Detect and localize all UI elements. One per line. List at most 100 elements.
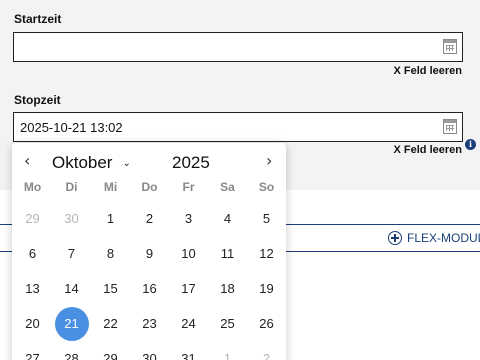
calendar-day[interactable]: 27 bbox=[13, 341, 52, 360]
calendar-day[interactable]: 19 bbox=[247, 271, 286, 306]
day-number: 9 bbox=[145, 246, 154, 261]
chevron-down-icon: ⌄ bbox=[122, 157, 131, 169]
day-number: 6 bbox=[28, 246, 37, 261]
day-number: 10 bbox=[181, 246, 196, 261]
day-number: 14 bbox=[64, 281, 79, 296]
calendar-icon[interactable] bbox=[443, 119, 457, 134]
month-label: Oktober bbox=[52, 153, 113, 172]
day-number: 19 bbox=[259, 281, 274, 296]
calendar-day[interactable]: 31 bbox=[169, 341, 208, 360]
calendar-day[interactable]: 17 bbox=[169, 271, 208, 306]
calendar-day[interactable]: 28 bbox=[52, 341, 91, 360]
weekday-label: Mi bbox=[103, 180, 118, 194]
day-number: 26 bbox=[259, 316, 274, 331]
day-number: 16 bbox=[142, 281, 157, 296]
calendar-day[interactable]: 15 bbox=[91, 271, 130, 306]
day-number: 30 bbox=[142, 351, 157, 360]
day-number: 5 bbox=[262, 211, 271, 226]
weekday-label: Di bbox=[65, 180, 78, 194]
calendar-day[interactable]: 8 bbox=[91, 236, 130, 271]
plus-circle-icon bbox=[388, 231, 402, 245]
year-input[interactable]: 2025 bbox=[172, 153, 210, 173]
calendar-week: 29 30 1 2 3 4 5 bbox=[13, 201, 286, 236]
start-time-input[interactable] bbox=[13, 32, 463, 62]
day-number: 12 bbox=[259, 246, 274, 261]
day-number: 1 bbox=[223, 351, 232, 360]
stop-clear-link[interactable]: X Feld leeren bbox=[394, 144, 462, 156]
calendar-day[interactable]: 12 bbox=[247, 236, 286, 271]
calendar-icon[interactable] bbox=[443, 39, 457, 54]
datepicker: ‹ Oktober ⌄ 2025 › Mo Di Mi Do Fr Sa So … bbox=[12, 143, 286, 360]
calendar-day[interactable]: 3 bbox=[169, 201, 208, 236]
calendar-day[interactable]: 30 bbox=[52, 201, 91, 236]
calendar-day[interactable]: 24 bbox=[169, 306, 208, 341]
weekday-label: Mo bbox=[23, 180, 42, 194]
weekday-label: Fr bbox=[182, 180, 195, 194]
day-number: 7 bbox=[67, 246, 76, 261]
day-number: 29 bbox=[25, 211, 40, 226]
day-number: 18 bbox=[220, 281, 235, 296]
day-number: 1 bbox=[106, 211, 115, 226]
add-flex-module-button[interactable]: FLEX-MODUL bbox=[388, 229, 480, 247]
calendar-day[interactable]: 10 bbox=[169, 236, 208, 271]
calendar-day[interactable]: 29 bbox=[91, 341, 130, 360]
calendar-day[interactable]: 22 bbox=[91, 306, 130, 341]
day-number: 21 bbox=[54, 306, 89, 341]
day-number: 3 bbox=[184, 211, 193, 226]
calendar-week: 13 14 15 16 17 18 19 bbox=[13, 271, 286, 306]
calendar-day[interactable]: 1 bbox=[91, 201, 130, 236]
day-number: 30 bbox=[64, 211, 79, 226]
weekday-label: Do bbox=[141, 180, 158, 194]
day-number: 31 bbox=[181, 351, 196, 360]
day-number: 2 bbox=[145, 211, 154, 226]
calendar-day[interactable]: 2 bbox=[247, 341, 286, 360]
day-number: 15 bbox=[103, 281, 118, 296]
next-month-icon[interactable]: › bbox=[266, 151, 272, 170]
calendar-day[interactable]: 18 bbox=[208, 271, 247, 306]
calendar-day-selected[interactable]: 21 bbox=[52, 306, 91, 341]
calendar-week: 20 21 22 23 24 25 26 bbox=[13, 306, 286, 341]
calendar-day[interactable]: 23 bbox=[130, 306, 169, 341]
start-clear-link[interactable]: X Feld leeren bbox=[394, 65, 462, 77]
day-number: 8 bbox=[106, 246, 115, 261]
calendar-day[interactable]: 20 bbox=[13, 306, 52, 341]
calendar-day[interactable]: 13 bbox=[13, 271, 52, 306]
calendar-day[interactable]: 16 bbox=[130, 271, 169, 306]
weekday-header: Mo Di Mi Do Fr Sa So bbox=[13, 180, 286, 194]
stop-time-input[interactable]: 2025-10-21 13:02 bbox=[13, 112, 463, 142]
start-time-label: Startzeit bbox=[14, 12, 62, 26]
stop-time-label: Stopzeit bbox=[14, 93, 61, 107]
day-number: 22 bbox=[103, 316, 118, 331]
month-select[interactable]: Oktober ⌄ bbox=[52, 153, 131, 173]
day-number: 20 bbox=[25, 316, 40, 331]
weekday-label: Sa bbox=[220, 180, 235, 194]
calendar-day[interactable]: 7 bbox=[52, 236, 91, 271]
info-icon[interactable]: i bbox=[465, 139, 476, 150]
weekday-label: So bbox=[258, 180, 275, 194]
calendar-day[interactable]: 26 bbox=[247, 306, 286, 341]
calendar-day[interactable]: 1 bbox=[208, 341, 247, 360]
day-number: 4 bbox=[223, 211, 232, 226]
calendar-day[interactable]: 2 bbox=[130, 201, 169, 236]
calendar-day[interactable]: 29 bbox=[13, 201, 52, 236]
day-number: 11 bbox=[220, 246, 235, 261]
calendar-day[interactable]: 14 bbox=[52, 271, 91, 306]
calendar-week: 27 28 29 30 31 1 2 bbox=[13, 341, 286, 360]
day-number: 29 bbox=[103, 351, 118, 360]
day-number: 17 bbox=[181, 281, 196, 296]
calendar-day[interactable]: 30 bbox=[130, 341, 169, 360]
day-number: 28 bbox=[64, 351, 79, 360]
calendar-day[interactable]: 4 bbox=[208, 201, 247, 236]
day-number: 27 bbox=[25, 351, 40, 360]
calendar-week: 6 7 8 9 10 11 12 bbox=[13, 236, 286, 271]
day-grid: 29 30 1 2 3 4 5 6 7 8 9 10 11 12 13 14 15 16 17 18 19 20 21 22 2… bbox=[13, 201, 286, 360]
prev-month-icon[interactable]: ‹ bbox=[24, 151, 30, 170]
day-number: 23 bbox=[142, 316, 157, 331]
calendar-day[interactable]: 25 bbox=[208, 306, 247, 341]
day-number: 25 bbox=[220, 316, 235, 331]
day-number: 2 bbox=[262, 351, 271, 360]
calendar-day[interactable]: 6 bbox=[13, 236, 52, 271]
calendar-day[interactable]: 11 bbox=[208, 236, 247, 271]
calendar-day[interactable]: 9 bbox=[130, 236, 169, 271]
calendar-day[interactable]: 5 bbox=[247, 201, 286, 236]
